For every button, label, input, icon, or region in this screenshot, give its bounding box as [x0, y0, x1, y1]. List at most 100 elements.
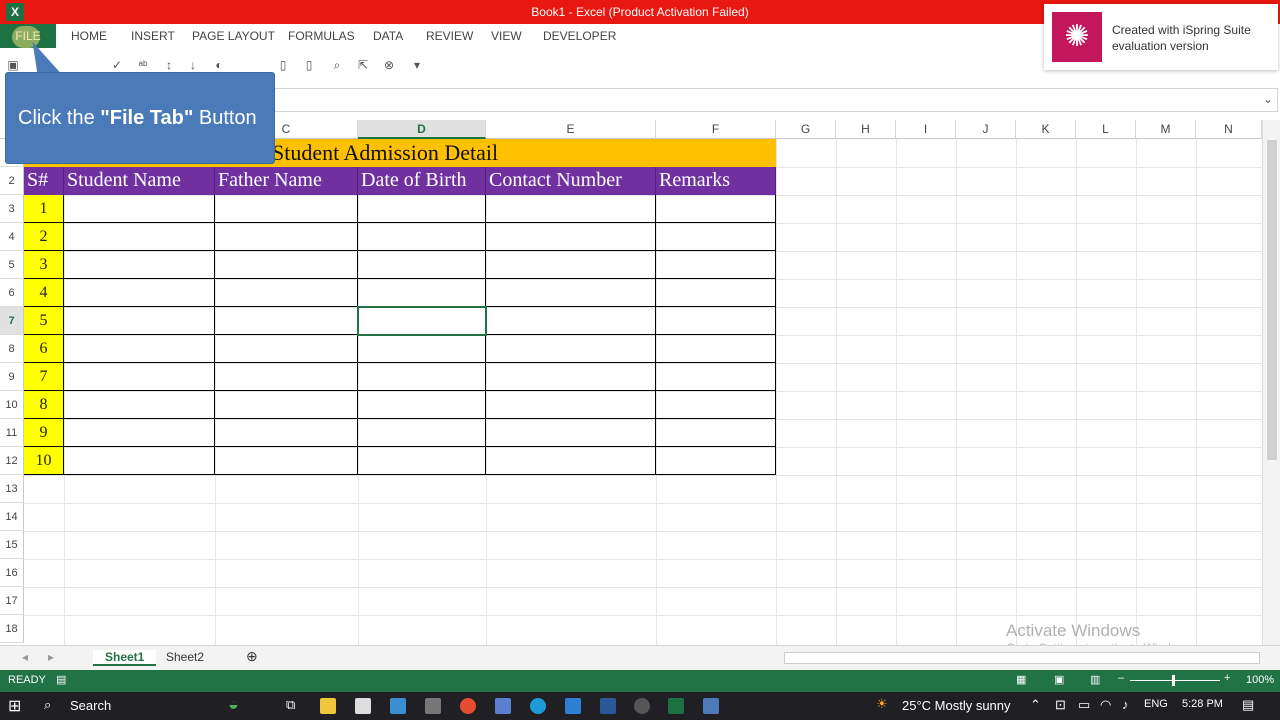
- sort-desc-icon[interactable]: ↓: [186, 58, 200, 72]
- table-cell[interactable]: [656, 335, 776, 363]
- scroll-thumb[interactable]: [1267, 140, 1277, 460]
- serial-cell[interactable]: 10: [24, 447, 64, 475]
- clock[interactable]: 5:28 PM: [1182, 698, 1223, 710]
- table-cell[interactable]: [656, 195, 776, 223]
- normal-view-icon[interactable]: ▦: [1016, 673, 1026, 686]
- fill-color-icon[interactable]: ◐: [212, 58, 226, 72]
- table-cell[interactable]: [358, 223, 486, 251]
- zoom-slider[interactable]: [1130, 680, 1220, 681]
- battery-icon[interactable]: ▭: [1078, 697, 1090, 713]
- table-cell[interactable]: [486, 419, 656, 447]
- excel-taskbar-icon[interactable]: [668, 698, 684, 714]
- zoom-level[interactable]: 100%: [1246, 674, 1274, 686]
- row-header-17[interactable]: 17: [0, 587, 24, 615]
- row-header-14[interactable]: 14: [0, 503, 24, 531]
- table-cell[interactable]: [64, 223, 215, 251]
- store-icon[interactable]: [355, 698, 371, 714]
- network-icon[interactable]: ⊡: [1055, 697, 1066, 713]
- windows-start-icon[interactable]: ⊞: [8, 696, 21, 716]
- table-cell[interactable]: [486, 447, 656, 475]
- row-header-12[interactable]: 12: [0, 447, 24, 475]
- column-header-m[interactable]: M: [1136, 120, 1196, 139]
- table-cell[interactable]: [358, 251, 486, 279]
- column-header-j[interactable]: J: [956, 120, 1016, 139]
- worksheet-grid[interactable]: A B C D E F G H I J K L M N 1 2 3 4 5 6 …: [0, 120, 1262, 645]
- table-cell[interactable]: [656, 223, 776, 251]
- table-cell[interactable]: [486, 195, 656, 223]
- column-header-n[interactable]: N: [1196, 120, 1262, 139]
- table-cell[interactable]: [215, 195, 358, 223]
- row-header-6[interactable]: 6: [0, 279, 24, 307]
- table-cell[interactable]: [486, 363, 656, 391]
- serial-cell[interactable]: 8: [24, 391, 64, 419]
- open-document-icon[interactable]: ▯: [302, 58, 316, 72]
- table-cell[interactable]: [656, 251, 776, 279]
- row-header-4[interactable]: 4: [0, 223, 24, 251]
- row-header-15[interactable]: 15: [0, 531, 24, 559]
- column-header-k[interactable]: K: [1016, 120, 1076, 139]
- customize-qat-icon[interactable]: ▾: [410, 58, 424, 72]
- header-student-name[interactable]: Student Name: [64, 167, 215, 195]
- row-header-2[interactable]: 2: [0, 167, 24, 195]
- table-cell[interactable]: [215, 251, 358, 279]
- row-header-5[interactable]: 5: [0, 251, 24, 279]
- language-indicator[interactable]: ENG: [1144, 698, 1168, 710]
- horizontal-scrollbar[interactable]: [784, 652, 1260, 664]
- table-cell[interactable]: [64, 447, 215, 475]
- table-cell[interactable]: [656, 447, 776, 475]
- table-cell[interactable]: [358, 335, 486, 363]
- tab-formulas[interactable]: FORMULAS: [288, 29, 355, 43]
- tab-insert[interactable]: INSERT: [131, 29, 175, 43]
- tab-page-layout[interactable]: PAGE LAYOUT: [192, 29, 275, 43]
- serial-cell[interactable]: 6: [24, 335, 64, 363]
- table-cell[interactable]: [215, 391, 358, 419]
- header-date-of-birth[interactable]: Date of Birth: [358, 167, 486, 195]
- serial-cell[interactable]: 4: [24, 279, 64, 307]
- table-cell[interactable]: [656, 279, 776, 307]
- column-header-h[interactable]: H: [836, 120, 896, 139]
- header-remarks[interactable]: Remarks: [656, 167, 776, 195]
- chevron-down-icon[interactable]: ⌄: [1263, 92, 1273, 106]
- sheet-tab-sheet2[interactable]: Sheet2: [166, 650, 204, 664]
- file-explorer-icon[interactable]: [320, 698, 336, 714]
- header-father-name[interactable]: Father Name: [215, 167, 358, 195]
- tab-developer[interactable]: DEVELOPER: [543, 29, 616, 43]
- column-header-f[interactable]: F: [656, 120, 776, 139]
- mail-icon[interactable]: [390, 698, 406, 714]
- ispring-taskbar-icon[interactable]: [703, 698, 719, 714]
- table-cell[interactable]: [64, 363, 215, 391]
- add-sheet-icon[interactable]: ⊕: [246, 648, 258, 665]
- table-cell[interactable]: [215, 223, 358, 251]
- formula-bar[interactable]: ⌄: [270, 88, 1278, 112]
- table-cell[interactable]: [64, 279, 215, 307]
- table-cell[interactable]: [64, 419, 215, 447]
- row-header-7[interactable]: 7: [0, 307, 24, 335]
- row-header-16[interactable]: 16: [0, 559, 24, 587]
- table-cell[interactable]: [358, 447, 486, 475]
- task-view-icon[interactable]: ⧉: [286, 697, 295, 713]
- table-cell[interactable]: [358, 363, 486, 391]
- tab-view[interactable]: VIEW: [491, 29, 522, 43]
- table-cell[interactable]: [486, 223, 656, 251]
- table-cell[interactable]: [656, 391, 776, 419]
- column-header-i[interactable]: I: [896, 120, 956, 139]
- table-cell[interactable]: [358, 391, 486, 419]
- table-cell[interactable]: [215, 419, 358, 447]
- word-icon[interactable]: [600, 698, 616, 714]
- column-header-e[interactable]: E: [486, 120, 656, 139]
- serial-cell[interactable]: 1: [24, 195, 64, 223]
- table-cell[interactable]: [215, 363, 358, 391]
- sheet-tab-sheet1[interactable]: Sheet1: [93, 650, 157, 666]
- column-header-l[interactable]: L: [1076, 120, 1136, 139]
- abc-icon[interactable]: ᵃᵇ: [136, 58, 150, 72]
- table-cell[interactable]: [486, 251, 656, 279]
- row-header-9[interactable]: 9: [0, 363, 24, 391]
- row-header-13[interactable]: 13: [0, 475, 24, 503]
- table-cell[interactable]: [215, 447, 358, 475]
- page-break-view-icon[interactable]: ▥: [1090, 673, 1100, 686]
- wifi-icon[interactable]: ◠: [1100, 697, 1111, 713]
- serial-cell[interactable]: 5: [24, 307, 64, 335]
- row-header-18[interactable]: 18: [0, 615, 24, 643]
- table-cell[interactable]: [64, 195, 215, 223]
- row-header-8[interactable]: 8: [0, 335, 24, 363]
